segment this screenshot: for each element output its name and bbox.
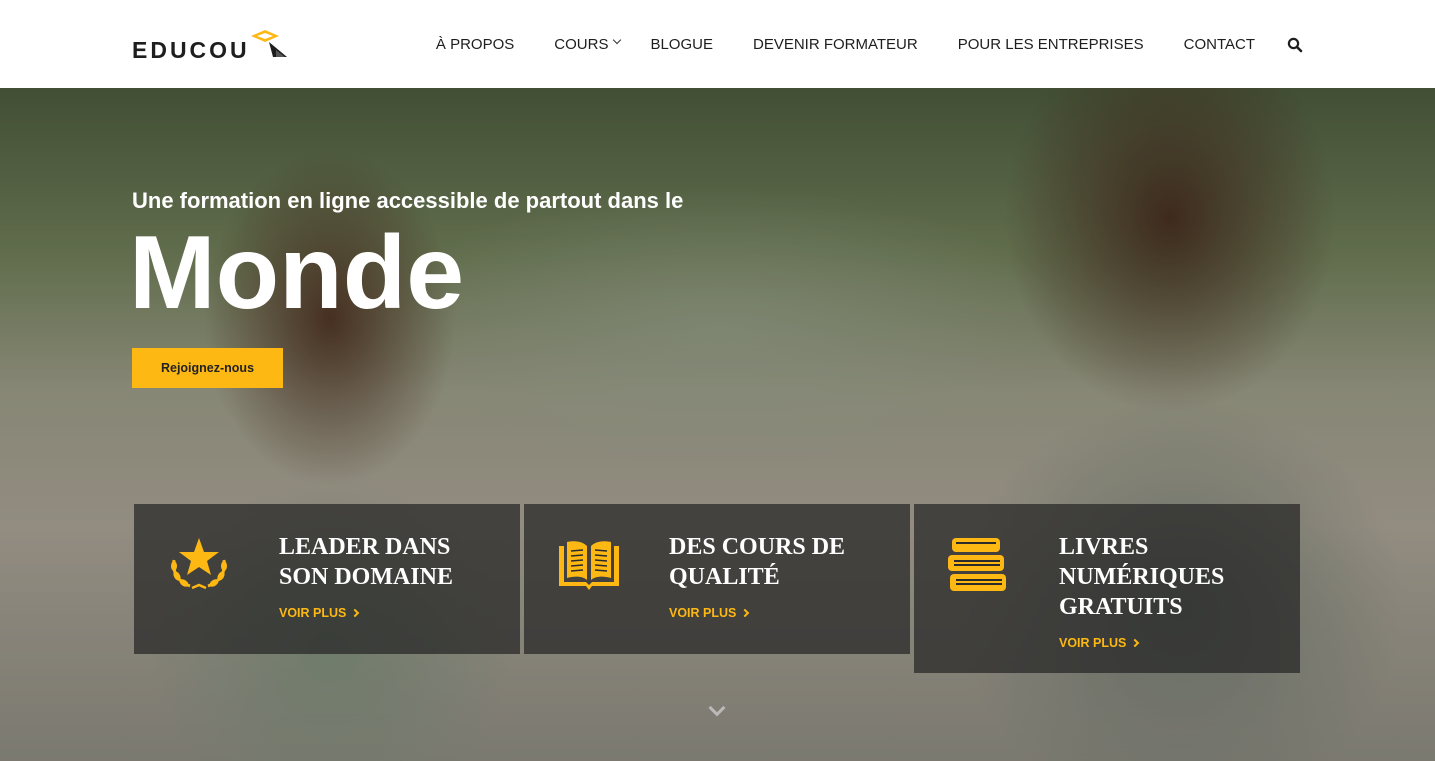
join-us-button[interactable]: Rejoignez-nous — [132, 348, 283, 388]
feature-card-leader: LEADER DANS SON DOMAINE VOIR PLUS — [134, 504, 520, 654]
site-header: EDUCOU À PROPOS COURS BLOGUE DEVENIR FOR… — [0, 0, 1435, 88]
chevron-right-icon — [1131, 638, 1140, 648]
search-icon — [1287, 37, 1303, 53]
chevron-right-icon — [351, 608, 360, 618]
search-button[interactable] — [1285, 35, 1303, 53]
nav-item-devenir-formateur[interactable]: DEVENIR FORMATEUR — [753, 36, 918, 53]
voir-plus-label: VOIR PLUS — [669, 606, 737, 620]
book-stack-icon — [948, 538, 1006, 591]
feature-title: LIVRES NUMÉRIQUES GRATUITS — [1059, 534, 1225, 620]
hero-title: Monde — [129, 215, 465, 331]
feature-title: DES COURS DE QUALITÉ — [669, 534, 846, 590]
feature-card-cours: DES COURS DE QUALITÉ VOIR PLUS — [524, 504, 910, 654]
hero-section: Une formation en ligne accessible de par… — [0, 88, 1435, 761]
site-logo[interactable]: EDUCOU — [132, 28, 292, 62]
feature-title: LEADER DANS SON DOMAINE — [279, 534, 454, 590]
voir-plus-label: VOIR PLUS — [279, 606, 347, 620]
nav-item-label: À PROPOS — [435, 35, 515, 53]
nav-item-label: DEVENIR FORMATEUR — [752, 35, 918, 53]
chevron-down-icon — [613, 35, 622, 45]
chevron-right-icon — [741, 608, 750, 618]
voir-plus-link[interactable]: VOIR PLUS — [669, 606, 750, 620]
logo-text: EDUCOU — [132, 37, 250, 63]
feature-card-livres: LIVRES NUMÉRIQUES GRATUITS VOIR PLUS — [914, 504, 1300, 673]
nav-item-contact[interactable]: CONTACT — [1184, 36, 1255, 53]
nav-item-pour-les-entreprises[interactable]: POUR LES ENTREPRISES — [958, 36, 1144, 53]
nav-item-label: CONTACT — [1183, 35, 1255, 53]
nav-item-label: COURS — [554, 35, 609, 53]
nav-item-a-propos[interactable]: À PROPOS — [436, 36, 514, 53]
main-nav: À PROPOS COURS BLOGUE DEVENIR FORMATEUR … — [436, 0, 1303, 88]
voir-plus-link[interactable]: VOIR PLUS — [1059, 636, 1140, 650]
hero-subtitle: Une formation en ligne accessible de par… — [132, 188, 684, 213]
graduation-cap-icon — [251, 30, 287, 57]
nav-item-label: BLOGUE — [650, 35, 713, 53]
voir-plus-link[interactable]: VOIR PLUS — [279, 606, 360, 620]
nav-item-blogue[interactable]: BLOGUE — [650, 36, 713, 53]
nav-item-label: POUR LES ENTREPRISES — [957, 35, 1144, 53]
open-book-icon — [559, 541, 619, 590]
star-laurel-icon — [171, 538, 227, 590]
voir-plus-label: VOIR PLUS — [1059, 636, 1127, 650]
nav-item-cours[interactable]: COURS — [554, 35, 622, 53]
